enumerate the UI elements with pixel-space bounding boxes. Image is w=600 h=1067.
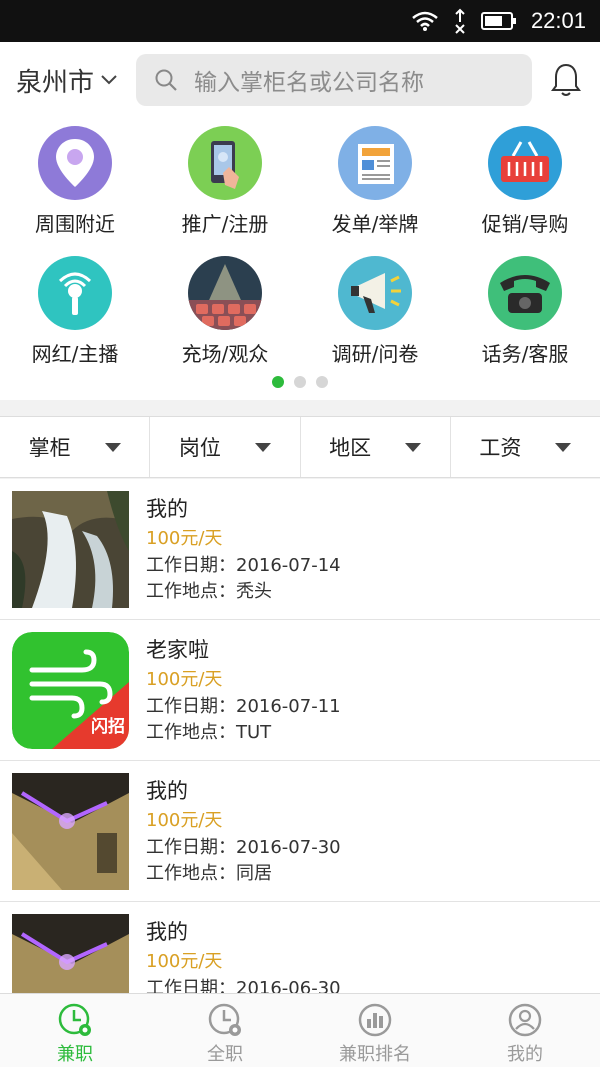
tab-parttime[interactable]: 兼职 xyxy=(0,994,150,1067)
search-input[interactable]: 输入掌柜名或公司名称 xyxy=(136,54,532,106)
city-selector[interactable]: 泉州市 xyxy=(16,62,126,99)
page-dot xyxy=(294,376,306,388)
tab-label: 兼职排名 xyxy=(339,1044,411,1065)
location-pin-icon xyxy=(38,126,112,200)
job-wage: 100元/天 xyxy=(146,669,223,690)
job-info: 我的 100元/天 工作日期：2016-06-30 xyxy=(146,918,341,993)
header: 泉州市 输入掌柜名或公司名称 xyxy=(0,42,600,118)
clock-icon xyxy=(208,1003,241,1036)
theater-icon xyxy=(188,256,262,330)
category-flyers[interactable]: 发单/举牌 xyxy=(300,126,450,237)
job-date: 工作日期：2016-07-14 xyxy=(146,555,341,576)
job-title: 老家啦 xyxy=(146,638,209,662)
job-date: 工作日期：2016-07-30 xyxy=(146,837,341,858)
category-label: 调研/问卷 xyxy=(331,342,419,366)
wifi-icon xyxy=(412,11,438,31)
ranking-icon xyxy=(358,1003,392,1037)
filter-label: 工资 xyxy=(479,436,522,460)
status-time: 22:01 xyxy=(530,8,586,33)
job-info: 我的 100元/天 工作日期：2016-07-14 工作地点：秃头 xyxy=(146,495,341,605)
job-location: 工作地点：秃头 xyxy=(146,581,272,602)
tab-label: 兼职 xyxy=(57,1044,93,1065)
job-date: 工作日期：2016-07-11 xyxy=(146,696,341,717)
flash-recruit-logo: 闪招 xyxy=(12,632,129,749)
dark-photo xyxy=(12,914,129,993)
newspaper-icon xyxy=(338,126,412,200)
category-audience[interactable]: 充场/观众 xyxy=(150,256,300,367)
tab-label: 我的 xyxy=(507,1044,543,1065)
phone-tap-icon xyxy=(188,126,262,200)
logo-badge: 闪招 xyxy=(91,716,125,737)
waterfall-photo xyxy=(12,491,129,608)
category-grid: 周围附近 推广/注册 发单/举牌 促销/导购 网红/主播 充场/观众 调研/问卷… xyxy=(0,118,600,400)
job-info: 老家啦 100元/天 工作日期：2016-07-11 工作地点：TUT xyxy=(146,636,341,746)
filter-label: 岗位 xyxy=(178,436,221,460)
dropdown-arrow-icon xyxy=(405,442,422,452)
battery-icon xyxy=(480,12,516,30)
filter-boss[interactable]: 掌柜 xyxy=(0,417,151,477)
chevron-down-icon xyxy=(101,75,117,85)
tab-label: 全职 xyxy=(207,1044,243,1065)
category-label: 周围附近 xyxy=(35,212,115,236)
microphone-icon xyxy=(38,256,112,330)
category-callcenter[interactable]: 话务/客服 xyxy=(450,256,600,367)
search-icon xyxy=(155,69,177,91)
status-bar: 22:01 xyxy=(0,0,600,42)
filter-salary[interactable]: 工资 xyxy=(451,417,600,477)
dropdown-arrow-icon xyxy=(254,442,271,452)
job-location: 工作地点：同居 xyxy=(146,863,272,884)
category-nearby[interactable]: 周围附近 xyxy=(0,126,150,237)
filter-position[interactable]: 岗位 xyxy=(150,417,301,477)
job-wage: 100元/天 xyxy=(146,528,223,549)
shopping-basket-icon xyxy=(488,126,562,200)
category-label: 促销/导购 xyxy=(481,212,569,236)
dropdown-arrow-icon xyxy=(104,442,121,452)
tab-fulltime[interactable]: 全职 xyxy=(150,994,300,1067)
telephone-icon xyxy=(488,256,562,330)
category-promotion[interactable]: 推广/注册 xyxy=(150,126,300,237)
tab-ranking[interactable]: 兼职排名 xyxy=(300,994,450,1067)
user-icon xyxy=(508,1003,542,1037)
tab-mine[interactable]: 我的 xyxy=(450,994,600,1067)
filter-region[interactable]: 地区 xyxy=(301,417,451,477)
page-dot xyxy=(316,376,328,388)
bell-icon[interactable] xyxy=(550,62,582,98)
filter-label: 掌柜 xyxy=(28,436,71,460)
category-label: 推广/注册 xyxy=(181,212,269,236)
dark-photo xyxy=(12,773,129,890)
job-location: 工作地点：TUT xyxy=(146,722,272,743)
search-placeholder: 输入掌柜名或公司名称 xyxy=(194,70,424,96)
job-date: 工作日期：2016-06-30 xyxy=(146,978,341,993)
category-streamer[interactable]: 网红/主播 xyxy=(0,256,150,367)
job-info: 我的 100元/天 工作日期：2016-07-30 工作地点：同居 xyxy=(146,777,341,887)
megaphone-icon xyxy=(338,256,412,330)
job-wage: 100元/天 xyxy=(146,951,223,972)
page-indicator xyxy=(0,376,600,388)
filter-label: 地区 xyxy=(329,436,372,460)
no-sim-icon xyxy=(455,8,465,34)
city-label: 泉州市 xyxy=(16,67,95,98)
job-title: 我的 xyxy=(146,920,188,944)
job-title: 我的 xyxy=(146,779,188,803)
list-item[interactable]: 我的 100元/天 工作日期：2016-07-30 工作地点：同居 xyxy=(0,761,600,902)
category-survey[interactable]: 调研/问卷 xyxy=(300,256,450,367)
list-item[interactable]: 我的 100元/天 工作日期：2016-06-30 xyxy=(0,902,600,993)
page-dot-active xyxy=(272,376,284,388)
job-title: 我的 xyxy=(146,497,188,521)
filter-bar: 掌柜 岗位 地区 工资 xyxy=(0,416,600,478)
category-label: 网红/主播 xyxy=(31,342,119,366)
clock-icon xyxy=(58,1003,91,1036)
job-list: 我的 100元/天 工作日期：2016-07-14 工作地点：秃头 闪招 老家啦… xyxy=(0,479,600,993)
category-label: 充场/观众 xyxy=(181,342,269,366)
list-item[interactable]: 闪招 老家啦 100元/天 工作日期：2016-07-11 工作地点：TUT xyxy=(0,620,600,761)
list-item[interactable]: 我的 100元/天 工作日期：2016-07-14 工作地点：秃头 xyxy=(0,479,600,620)
category-label: 发单/举牌 xyxy=(331,212,419,236)
dropdown-arrow-icon xyxy=(555,442,572,452)
bottom-tab-bar: 兼职 全职 兼职排名 我的 xyxy=(0,993,600,1067)
category-label: 话务/客服 xyxy=(481,342,569,366)
job-wage: 100元/天 xyxy=(146,810,223,831)
category-sales[interactable]: 促销/导购 xyxy=(450,126,600,237)
